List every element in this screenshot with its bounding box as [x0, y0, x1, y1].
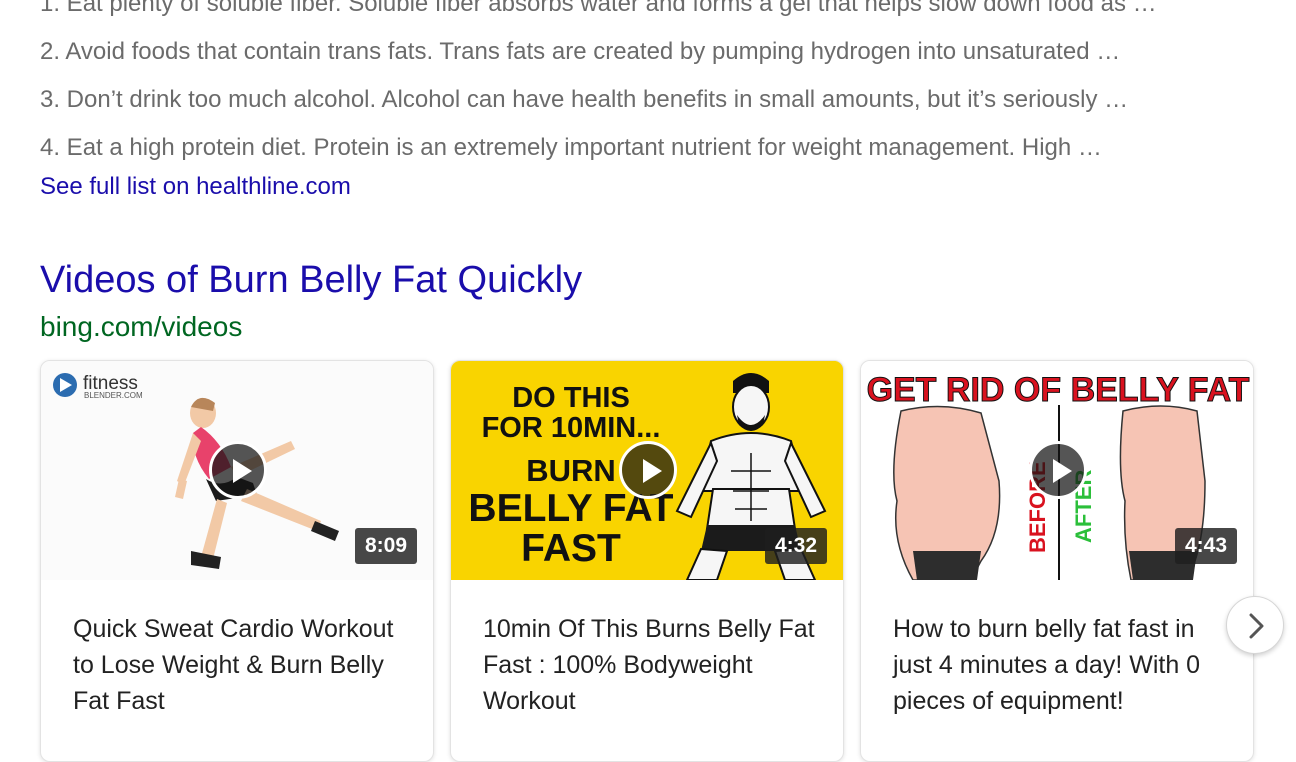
- video-duration: 4:43: [1174, 528, 1237, 564]
- play-icon[interactable]: [619, 441, 677, 499]
- thumb-text: DO THIS: [512, 382, 630, 414]
- play-icon[interactable]: [1029, 441, 1087, 499]
- carousel-next-button[interactable]: [1226, 596, 1284, 654]
- videos-source-url: bing.com/videos: [40, 311, 243, 342]
- video-duration: 4:32: [764, 528, 827, 564]
- thumb-text: FOR 10MIN...: [482, 412, 661, 444]
- thumb-heading: GET RID OF BELLY FAT: [867, 371, 1250, 409]
- video-title[interactable]: Quick Sweat Cardio Workout to Lose Weigh…: [73, 611, 413, 719]
- logo-subtext: BLENDER.COM: [84, 391, 143, 400]
- thumb-text: FAST: [521, 527, 621, 570]
- play-icon[interactable]: [209, 441, 267, 499]
- bullet-list: 1. Eat plenty of soluble fiber. Soluble …: [40, 0, 1260, 172]
- list-item: 2. Avoid foods that contain trans fats. …: [40, 38, 1121, 65]
- video-card[interactable]: DO THIS FOR 10MIN... BURN BELLY FAT FAST: [450, 360, 844, 762]
- see-full-list-link[interactable]: See full list on healthline.com: [40, 168, 351, 206]
- video-card[interactable]: GET RID OF BELLY FAT BEFORE AFTER 4:43 H…: [860, 360, 1254, 762]
- videos-section-title[interactable]: Videos of Burn Belly Fat Quickly: [40, 256, 582, 304]
- list-item: 3. Don’t drink too much alcohol. Alcohol…: [40, 86, 1129, 113]
- thumb-text: BURN: [526, 453, 616, 488]
- list-item: 4. Eat a high protein diet. Protein is a…: [40, 134, 1102, 161]
- video-card[interactable]: fitness BLENDER.COM 8:09 Quick Sweat Car…: [40, 360, 434, 762]
- chevron-right-icon: [1249, 613, 1264, 639]
- video-title[interactable]: How to burn belly fat fast in just 4 min…: [893, 611, 1233, 719]
- video-duration: 8:09: [354, 528, 417, 564]
- list-item: 1. Eat plenty of soluble fiber. Soluble …: [40, 0, 1157, 17]
- video-title[interactable]: 10min Of This Burns Belly Fat Fast : 100…: [483, 611, 823, 719]
